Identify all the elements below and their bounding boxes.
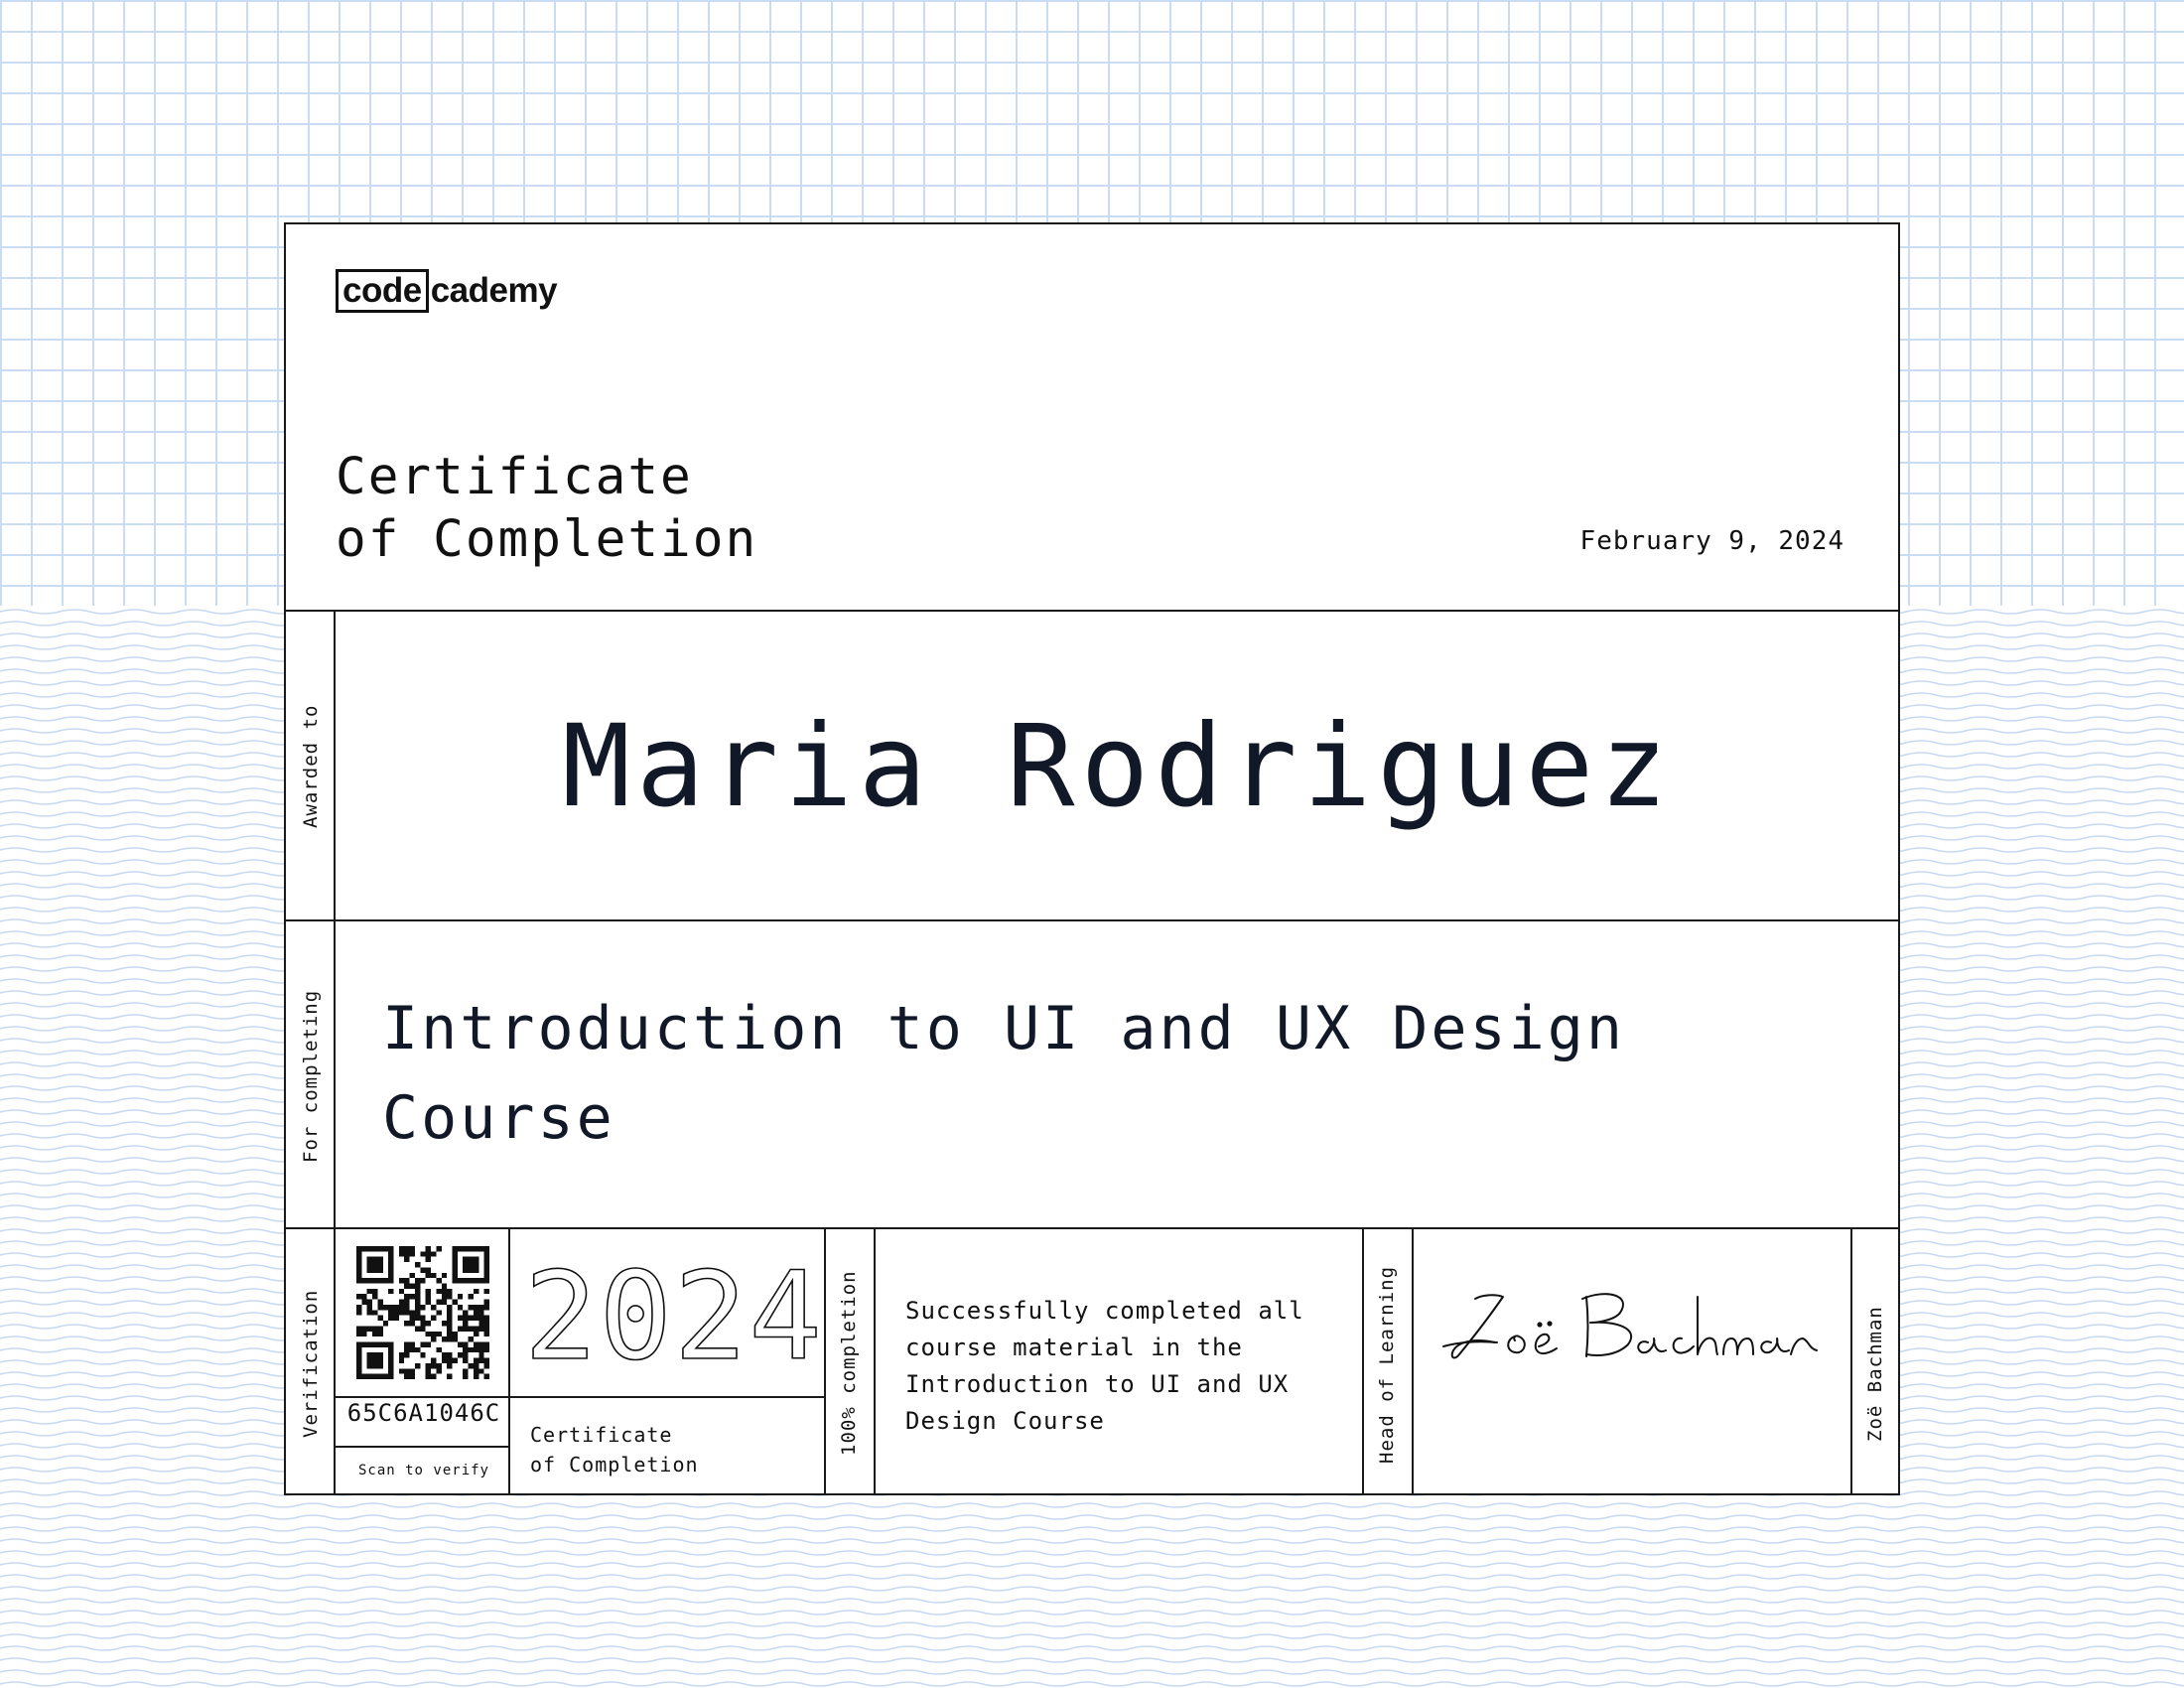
completion-label: 100% completion [838, 1270, 860, 1456]
footer-divider-signature [1850, 1227, 1852, 1495]
logo-boxed-text: code [336, 269, 429, 313]
scan-to-verify-label: Scan to verify [357, 1463, 489, 1478]
divider-course [286, 1227, 1898, 1229]
year-text: 2024 [524, 1247, 824, 1376]
footer-divider-code-bottom [334, 1446, 508, 1448]
qr-code-icon[interactable] [356, 1246, 489, 1379]
description-line: course material in the [905, 1334, 1243, 1361]
codecademy-logo: code cademy [336, 269, 558, 313]
description-line: Successfully completed all [905, 1297, 1304, 1325]
signer-role-label: Head of Learning [1376, 1265, 1398, 1464]
verification-label: Verification [300, 1289, 322, 1438]
footer-divider-qr-bottom [334, 1396, 824, 1398]
small-title-line2: of Completion [530, 1453, 699, 1477]
awarded-to-label: Awarded to [300, 704, 322, 828]
recipient-name: Maria Rodriguez [562, 699, 1674, 832]
certificate-title-line1: Certificate [336, 448, 693, 506]
divider-name [286, 919, 1898, 921]
logo-text: cademy [430, 271, 558, 310]
signer-name-label: Zoë Bachman [1864, 1306, 1886, 1442]
footer-divider-qr [508, 1227, 510, 1495]
signature-image [1442, 1293, 1818, 1359]
footer-divider-completion [874, 1227, 876, 1495]
description-line: Design Course [905, 1407, 1105, 1435]
small-certificate-title: Certificate of Completion [530, 1420, 699, 1479]
description-line: Introduction to UI and UX [905, 1370, 1290, 1398]
small-title-line1: Certificate [530, 1423, 673, 1447]
completion-description: Successfully completed all course materi… [905, 1293, 1352, 1440]
footer-divider-role [1412, 1227, 1414, 1495]
for-completing-label: For completing [300, 989, 322, 1163]
certificate-card: code cademy Certificate of Completion Feb… [284, 222, 1900, 1495]
certificate-title: Certificate of Completion [336, 446, 757, 571]
footer-divider-desc [1362, 1227, 1364, 1495]
course-title: Introduction to UI and UX Design Course [382, 994, 1625, 1153]
issue-date: February 9, 2024 [1579, 526, 1844, 556]
verification-code: 65C6A1046C [346, 1399, 501, 1427]
certificate-title-line2: of Completion [336, 510, 758, 569]
label-column-divider [334, 610, 336, 1495]
year-outline: 2024 [524, 1247, 824, 1376]
